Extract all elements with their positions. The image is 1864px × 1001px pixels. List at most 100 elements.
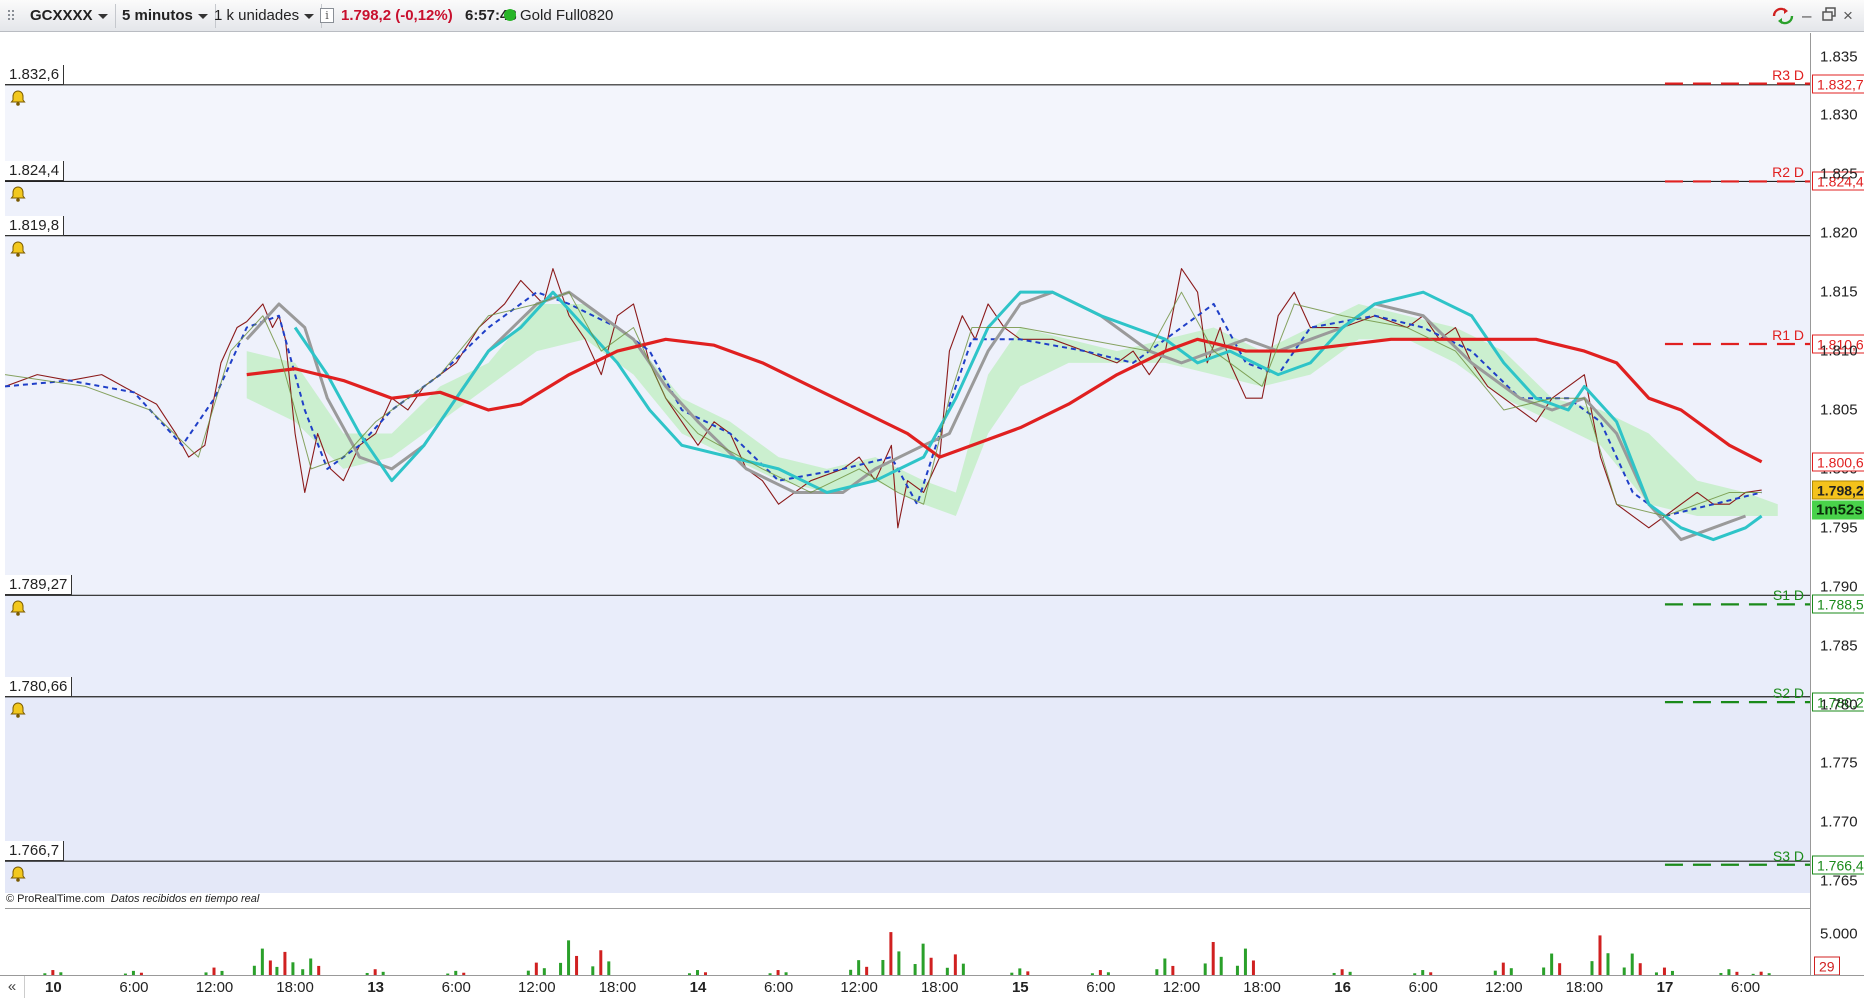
price-tick: 1.805 xyxy=(1820,401,1858,419)
last-price-badge: 1.798,2 xyxy=(1812,480,1864,500)
volume-bar xyxy=(1662,967,1666,975)
price-chart-area[interactable] xyxy=(4,33,1810,975)
price-tick: 1.825 xyxy=(1820,165,1858,183)
volume-bar xyxy=(542,968,546,975)
price-tick: 1.815 xyxy=(1820,283,1858,301)
pivot-price-badge: 1.766,4 xyxy=(1812,855,1864,875)
bell-icon[interactable] xyxy=(9,240,27,258)
price-tick: 1.770 xyxy=(1820,813,1858,831)
time-tick: 18:00 xyxy=(1243,979,1281,996)
pivot-name: R2 D xyxy=(1772,164,1804,181)
volume-bar xyxy=(275,966,279,975)
time-tick: 12:00 xyxy=(195,979,234,996)
alert-level-label[interactable]: 1.766,7 xyxy=(5,841,65,862)
bell-icon[interactable] xyxy=(9,89,27,107)
volume-bar xyxy=(599,950,603,975)
time-tick: 13 xyxy=(367,979,384,996)
timeframe-selector[interactable]: 5 minutos xyxy=(114,4,216,28)
alert-level-label[interactable]: 1.824,4 xyxy=(5,161,65,182)
price-tick: 1.790 xyxy=(1820,578,1858,596)
volume-bar xyxy=(1243,948,1247,975)
contract-status: Gold Full0820 xyxy=(504,4,613,28)
volume-bar xyxy=(559,962,563,975)
volume-separator xyxy=(5,908,1810,909)
contract-label: Gold Full0820 xyxy=(520,7,614,24)
volume-bar xyxy=(567,940,571,975)
volume-bar xyxy=(1235,965,1239,975)
chart-footer: © ProRealTime.com Datos recibidos en tiem… xyxy=(6,893,259,905)
bell-icon[interactable] xyxy=(9,701,27,719)
time-tick: 12:00 xyxy=(1162,979,1201,996)
refresh-icon[interactable] xyxy=(1770,7,1796,29)
volume-bar xyxy=(1018,968,1022,975)
volume-bar xyxy=(575,955,579,975)
price-tick: 1.830 xyxy=(1820,106,1858,124)
volume-bar xyxy=(961,963,965,975)
chart-band xyxy=(5,696,1810,862)
price-chart-svg xyxy=(4,33,1810,975)
volume-bar xyxy=(260,948,264,975)
volume-bar xyxy=(1509,968,1513,975)
volume-bar xyxy=(1251,960,1255,975)
time-tick: 15 xyxy=(1011,979,1029,996)
volume-bar xyxy=(1211,942,1215,975)
restore-icon[interactable] xyxy=(1822,7,1836,25)
time-tick: 14 xyxy=(689,979,707,996)
connection-status-icon xyxy=(504,9,516,21)
volume-bar xyxy=(1550,953,1554,975)
close-icon[interactable]: × xyxy=(1843,7,1853,25)
time-tick: 18:00 xyxy=(1565,979,1604,996)
minimize-icon[interactable]: – xyxy=(1802,7,1811,25)
price-tick: 1.780 xyxy=(1820,696,1858,713)
pivot-name: S3 D xyxy=(1772,847,1804,864)
volume-bar xyxy=(1171,965,1175,975)
toolbar-grip-icon[interactable] xyxy=(6,8,16,24)
volume-bar xyxy=(889,932,893,975)
collapse-panel-icon[interactable]: « xyxy=(0,976,25,998)
realtime-label: Datos recibidos en tiempo real xyxy=(110,893,260,905)
chart-toolbar: GCXXXX 5 minutos 1 k unidades i 1.798,2 … xyxy=(0,0,1864,32)
volume-tick: 5.000 xyxy=(1820,925,1858,943)
pivot-name: R3 D xyxy=(1772,66,1804,83)
chart-band xyxy=(5,33,1810,85)
instrument-selector[interactable]: GCXXXX xyxy=(22,4,116,28)
volume-bar xyxy=(1630,953,1634,975)
volume-bar xyxy=(252,965,256,975)
volume-bar xyxy=(945,967,949,975)
price-tick: 1.810 xyxy=(1820,342,1858,360)
time-tick: 12:00 xyxy=(840,979,878,996)
timeframe-label: 5 minutos xyxy=(122,7,193,24)
time-axis[interactable]: 10 6:00 12:00 18:00 13 6:00 12:00 18:00 14 6:00 12… xyxy=(0,975,1864,1001)
bell-icon[interactable] xyxy=(9,185,27,203)
alert-level-label[interactable]: 1.780,66 xyxy=(5,676,73,697)
alert-level-label[interactable]: 1.832,6 xyxy=(5,64,65,85)
ma-last-badge: 1.800,6 xyxy=(1812,452,1864,472)
volume-bar xyxy=(1590,961,1594,975)
bell-icon[interactable] xyxy=(9,865,27,883)
time-tick: 6:00 xyxy=(1408,979,1438,996)
price-tick: 1.765 xyxy=(1820,872,1858,890)
source-label: © ProRealTime.com xyxy=(6,893,105,905)
alert-level-label[interactable]: 1.819,8 xyxy=(5,215,65,236)
volume-bar xyxy=(309,958,313,975)
bell-icon[interactable] xyxy=(9,599,27,617)
pivot-name: S2 D xyxy=(1772,685,1804,702)
pivot-name: R1 D xyxy=(1772,327,1804,343)
volume-bar xyxy=(1542,967,1546,975)
volume-bar xyxy=(897,951,901,975)
volume-bar xyxy=(268,960,272,975)
time-tick: 18:00 xyxy=(598,979,637,996)
units-selector[interactable]: 1 k unidades xyxy=(206,4,323,28)
time-tick: 10 xyxy=(45,979,62,996)
volume-bar xyxy=(953,954,957,975)
chart-band xyxy=(5,84,1810,182)
volume-bar xyxy=(1598,935,1602,975)
volume-bar xyxy=(857,960,861,975)
volume-bar xyxy=(1501,962,1505,975)
alert-level-label[interactable]: 1.789,27 xyxy=(5,575,73,596)
volume-bar xyxy=(1163,958,1167,975)
price-change: 1.798,2 (-0,12%) xyxy=(341,7,453,24)
time-tick: 18:00 xyxy=(276,979,314,996)
info-icon[interactable]: i xyxy=(320,8,334,23)
volume-bar xyxy=(1219,956,1223,975)
